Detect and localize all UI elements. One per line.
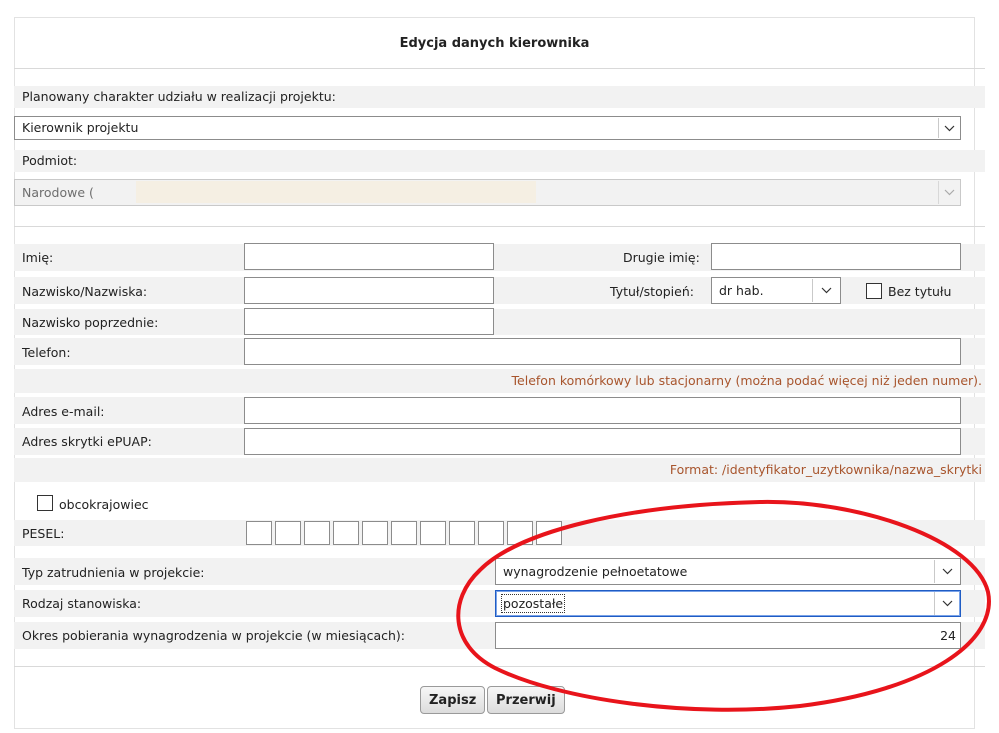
- no-degree-label: Bez tytułu: [888, 284, 952, 299]
- pesel-digit-input[interactable]: [362, 521, 388, 545]
- email-label: Adres e-mail:: [22, 404, 105, 419]
- pesel-digit-input[interactable]: [304, 521, 330, 545]
- last-name-label: Nazwisko/Nazwiska:: [22, 284, 148, 299]
- salary-period-label: Okres pobierania wynagrodzenia w projekc…: [22, 628, 406, 643]
- epuap-label: Adres skrytki ePUAP:: [22, 434, 152, 449]
- role-select[interactable]: Kierownik projektu: [14, 116, 961, 140]
- cancel-button[interactable]: Przerwij: [487, 686, 565, 714]
- phone-label: Telefon:: [22, 345, 71, 360]
- second-name-input[interactable]: [711, 243, 961, 270]
- position-type-select[interactable]: pozostałe: [495, 590, 961, 617]
- degree-label: Tytuł/stopień:: [610, 284, 694, 299]
- pesel-digit-input[interactable]: [420, 521, 446, 545]
- pesel-digit-input[interactable]: [246, 521, 272, 545]
- phone-input[interactable]: [244, 338, 961, 365]
- first-name-label: Imię:: [22, 250, 54, 265]
- employment-type-value: wynagrodzenie pełnoetatowe: [503, 564, 688, 579]
- no-degree-checkbox[interactable]: [866, 283, 882, 299]
- employment-type-label: Typ zatrudnienia w projekcie:: [22, 565, 205, 580]
- previous-name-label: Nazwisko poprzednie:: [22, 315, 159, 330]
- pesel-digit-input[interactable]: [536, 521, 562, 545]
- pesel-label: PESEL:: [22, 526, 65, 541]
- footer-divider: [14, 666, 985, 667]
- position-type-value: pozostałe: [500, 594, 566, 613]
- foreigner-checkbox[interactable]: [37, 495, 53, 511]
- redacted-area: [136, 181, 536, 203]
- previous-name-row: [14, 309, 985, 335]
- pesel-digit-input[interactable]: [478, 521, 504, 545]
- pesel-digit-input[interactable]: [449, 521, 475, 545]
- first-name-input[interactable]: [244, 243, 494, 270]
- salary-period-input[interactable]: 24: [495, 622, 961, 649]
- chevron-down-icon: [934, 560, 959, 583]
- role-label: Planowany charakter udziału w realizacji…: [22, 89, 336, 104]
- pesel-digit-input[interactable]: [333, 521, 359, 545]
- degree-select-value: dr hab.: [719, 283, 764, 298]
- section-divider: [14, 226, 985, 227]
- foreigner-label: obcokrajowiec: [59, 497, 149, 512]
- second-name-label: Drugie imię:: [623, 250, 700, 265]
- email-input[interactable]: [244, 397, 961, 424]
- last-name-input[interactable]: [244, 277, 494, 304]
- entity-label-row: [14, 150, 985, 172]
- epuap-input[interactable]: [244, 428, 961, 455]
- degree-select[interactable]: dr hab.: [711, 277, 841, 304]
- epuap-hint: Format: /identyfikator_uzytkownika/nazwa…: [669, 462, 982, 477]
- entity-label: Podmiot:: [22, 153, 78, 168]
- title-divider: [14, 68, 985, 69]
- pesel-digit-input[interactable]: [507, 521, 533, 545]
- pesel-digit-input[interactable]: [275, 521, 301, 545]
- position-type-label: Rodzaj stanowiska:: [22, 596, 142, 611]
- pesel-digit-input[interactable]: [391, 521, 417, 545]
- form-title: Edycja danych kierownika: [399, 36, 590, 51]
- phone-hint: Telefon komórkowy lub stacjonarny (można…: [511, 373, 982, 388]
- entity-select-value: Narodowe (: [22, 185, 94, 200]
- chevron-down-icon: [934, 592, 959, 615]
- previous-name-input[interactable]: [244, 308, 494, 335]
- role-select-value: Kierownik projektu: [22, 120, 139, 135]
- employment-type-select[interactable]: wynagrodzenie pełnoetatowe: [495, 558, 961, 585]
- chevron-down-icon: [938, 118, 959, 138]
- save-button[interactable]: Zapisz: [420, 686, 486, 714]
- chevron-down-icon: [812, 279, 839, 302]
- chevron-down-icon: [938, 181, 959, 204]
